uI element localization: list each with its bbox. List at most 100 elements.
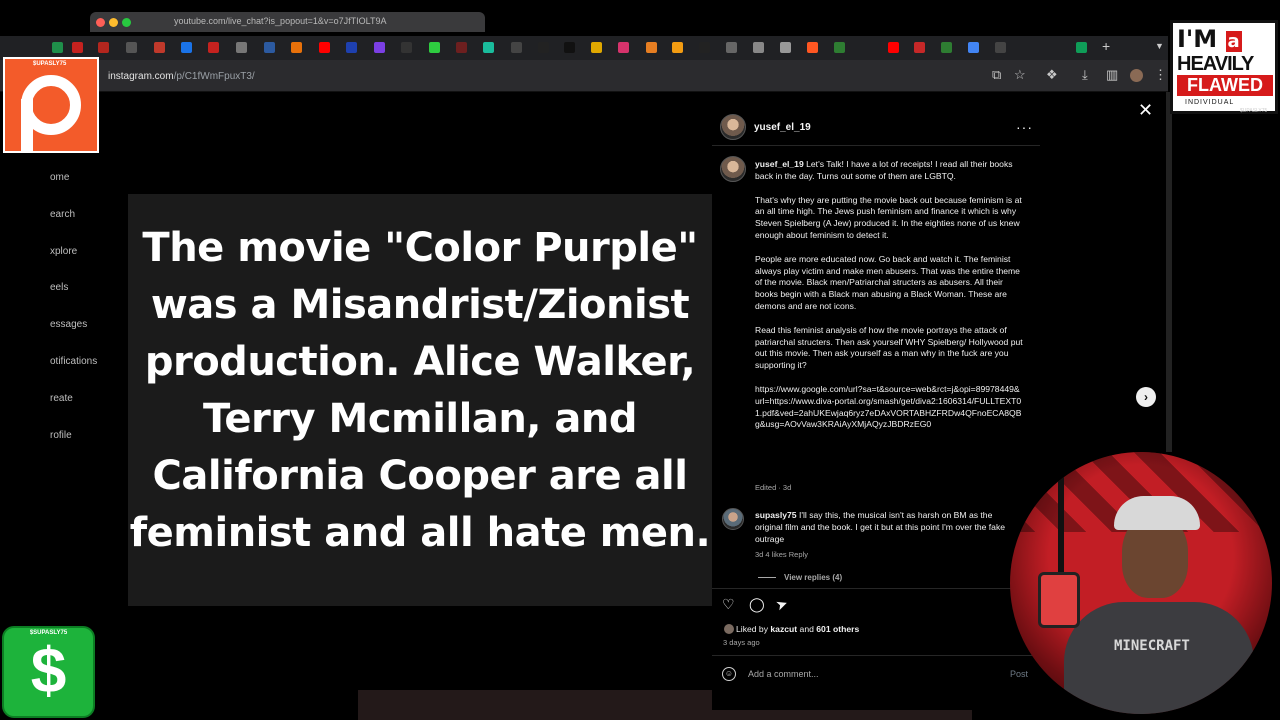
tab-strip: + ▼: [0, 36, 1168, 60]
tab-favicon-icon[interactable]: [429, 42, 440, 53]
commenter-avatar[interactable]: [722, 508, 744, 530]
tab-search-chevron-icon[interactable]: ▼: [1155, 41, 1164, 51]
install-app-icon[interactable]: ⧉: [992, 68, 1001, 82]
next-post-chevron-icon[interactable]: ›: [1136, 387, 1156, 407]
tab-favicon-icon[interactable]: [52, 42, 63, 53]
liked-by-others[interactable]: 601 others: [816, 624, 859, 634]
emoji-smiley-icon[interactable]: ☺: [722, 667, 736, 681]
x-tab-icon[interactable]: [538, 42, 549, 53]
patreon-caption: $UPASLY75: [33, 61, 67, 67]
commenter-username[interactable]: supasly75: [755, 510, 797, 520]
maximize-window-dot[interactable]: [122, 18, 131, 27]
caption-text-4: Read this feminist analysis of how the m…: [755, 324, 1023, 371]
post-comment-button[interactable]: Post: [1010, 669, 1028, 679]
tab-favicon-icon[interactable]: [98, 42, 109, 53]
kebab-menu-icon[interactable]: ⋮: [1154, 68, 1167, 82]
comment-meta[interactable]: 3d 4 likes Reply: [755, 550, 808, 559]
liked-by-user[interactable]: kazcut: [770, 624, 797, 634]
extensions-puzzle-icon[interactable]: ❖: [1046, 68, 1058, 82]
download-icon[interactable]: ⤓: [1082, 68, 1088, 82]
bookmark-star-icon[interactable]: ☆: [1014, 68, 1026, 82]
x-tab-icon[interactable]: [699, 42, 710, 53]
tab-favicon-icon[interactable]: [834, 42, 845, 53]
tab-favicon-icon[interactable]: [618, 42, 629, 53]
minimize-window-dot[interactable]: [109, 18, 118, 27]
nav-messages[interactable]: essages: [50, 319, 87, 330]
youtube-tab-icon[interactable]: [319, 42, 330, 53]
tab-favicon-icon[interactable]: [753, 42, 764, 53]
tab-favicon-icon[interactable]: [374, 42, 385, 53]
caption-username[interactable]: yusef_el_19: [755, 159, 804, 169]
mic-arm: [1058, 472, 1064, 576]
tab-favicon-icon[interactable]: [941, 42, 952, 53]
comment-box-divider: [712, 655, 1040, 656]
tab-favicon-icon[interactable]: [780, 42, 791, 53]
patreon-bar: [21, 99, 33, 151]
active-tab-close-icon[interactable]: [511, 42, 522, 53]
action-divider: [712, 588, 1040, 589]
tab-favicon-icon[interactable]: [401, 42, 412, 53]
post-caption: yusef_el_19 Let's Talk! I have a lot of …: [755, 159, 1023, 443]
patreon-logo: $UPASLY75: [3, 57, 99, 153]
url-path: /p/C1fWmFpuxT3/: [173, 71, 255, 82]
nav-notifications[interactable]: otifications: [50, 356, 97, 367]
shirt-text: MINECRAFT: [1114, 638, 1190, 654]
post-header: yusef_el_19 ···: [712, 110, 1040, 146]
new-tab-plus-icon[interactable]: +: [1102, 38, 1110, 54]
popout-window-titlebar: youtube.com/live_chat?is_popout=1&v=o7Jf…: [90, 12, 485, 32]
youtube-tab-icon[interactable]: [888, 42, 899, 53]
tab-favicon-icon[interactable]: [914, 42, 925, 53]
tab-favicon-icon[interactable]: [726, 42, 737, 53]
more-options-icon[interactable]: ···: [1016, 119, 1033, 135]
tab-favicon-icon[interactable]: [154, 42, 165, 53]
nav-home[interactable]: ome: [50, 172, 69, 183]
gmail-tab-icon[interactable]: [236, 42, 247, 53]
url-field[interactable]: instagram.com/p/C1fWmFpuxT3/: [108, 71, 255, 82]
share-send-icon[interactable]: ➤: [773, 595, 790, 615]
logo-im: I'M: [1177, 25, 1218, 53]
tab-favicon-icon[interactable]: [483, 42, 494, 53]
nav-profile[interactable]: rofile: [50, 430, 72, 441]
tab-favicon-icon[interactable]: [995, 42, 1006, 53]
popout-url: youtube.com/live_chat?is_popout=1&v=o7Jf…: [174, 16, 387, 26]
close-post-icon[interactable]: ✕: [1138, 100, 1153, 121]
page-scrollbar[interactable]: [1166, 92, 1172, 452]
tab-favicon-icon[interactable]: [591, 42, 602, 53]
tab-favicon-icon[interactable]: [1076, 42, 1087, 53]
profile-avatar[interactable]: [1130, 69, 1143, 82]
tab-favicon-icon[interactable]: [346, 42, 357, 53]
caption-link[interactable]: https://www.google.com/url?sa=t&source=w…: [755, 384, 1023, 431]
nav-explore[interactable]: xplore: [50, 246, 77, 257]
comment-bubble-icon[interactable]: ◯: [749, 596, 765, 613]
tab-favicon-icon[interactable]: [456, 42, 467, 53]
close-window-dot[interactable]: [96, 18, 105, 27]
streamer-cap: [1114, 496, 1200, 530]
tab-favicon-icon[interactable]: [807, 42, 818, 53]
tab-favicon-icon[interactable]: [126, 42, 137, 53]
side-panel-icon[interactable]: ▥: [1106, 68, 1118, 82]
nav-create[interactable]: reate: [50, 393, 73, 404]
liked-by-and: and: [799, 624, 814, 634]
tab-favicon-icon[interactable]: [181, 42, 192, 53]
streamer-body: [1064, 602, 1254, 714]
gmail-tab-icon[interactable]: [208, 42, 219, 53]
tab-favicon-icon[interactable]: [291, 42, 302, 53]
tab-favicon-icon[interactable]: [264, 42, 275, 53]
logo-a: a: [1225, 31, 1242, 52]
nav-search[interactable]: earch: [50, 209, 75, 220]
view-replies-button[interactable]: View replies (4): [784, 573, 842, 582]
caption-text-3: People are more educated now. Go back an…: [755, 253, 1020, 311]
author-avatar[interactable]: [720, 114, 746, 140]
liker-avatar[interactable]: [724, 624, 734, 634]
gmail-tab-icon[interactable]: [72, 42, 83, 53]
caption-avatar[interactable]: [720, 156, 746, 182]
google-tab-icon[interactable]: [968, 42, 979, 53]
tab-favicon-icon[interactable]: [646, 42, 657, 53]
like-heart-icon[interactable]: ♡: [722, 596, 735, 613]
tab-favicon-icon[interactable]: [672, 42, 683, 53]
author-username[interactable]: yusef_el_19: [754, 122, 811, 133]
add-comment-input[interactable]: Add a comment...: [748, 669, 819, 679]
nav-reels[interactable]: eels: [50, 282, 68, 293]
tiktok-tab-icon[interactable]: [564, 42, 575, 53]
address-bar[interactable]: instagram.com/p/C1fWmFpuxT3/ ⧉ ☆ ❖ ⤓ ▥ ⋮: [0, 60, 1168, 92]
